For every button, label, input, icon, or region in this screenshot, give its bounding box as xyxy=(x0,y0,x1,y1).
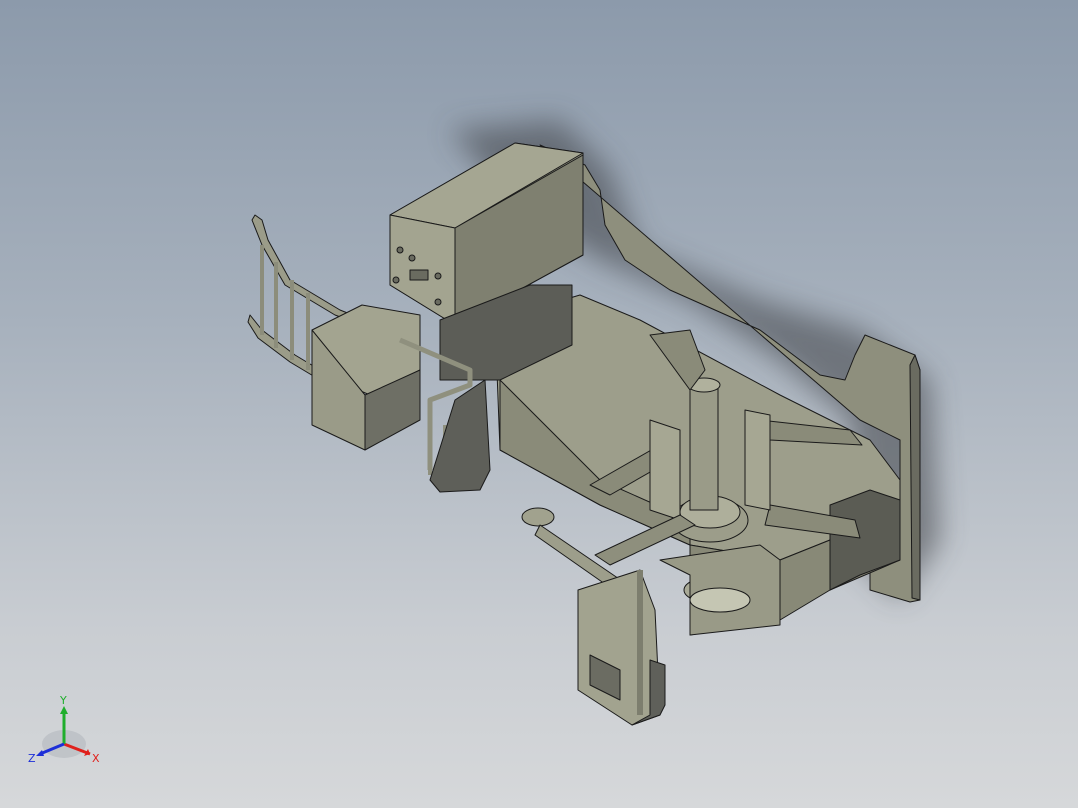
coordinate-triad: X Y Z xyxy=(28,694,100,765)
control-knob[interactable] xyxy=(408,254,416,262)
z-axis-label: Z xyxy=(28,752,36,765)
control-knob[interactable] xyxy=(434,298,442,306)
control-knob[interactable] xyxy=(396,246,404,254)
control-knob[interactable] xyxy=(392,276,400,284)
front-bracket[interactable] xyxy=(577,569,666,726)
y-axis-label: Y xyxy=(59,694,67,707)
control-display xyxy=(409,269,429,281)
control-knob[interactable] xyxy=(434,272,442,280)
cad-viewport[interactable] xyxy=(0,0,1078,808)
x-axis-label: X xyxy=(92,752,100,765)
